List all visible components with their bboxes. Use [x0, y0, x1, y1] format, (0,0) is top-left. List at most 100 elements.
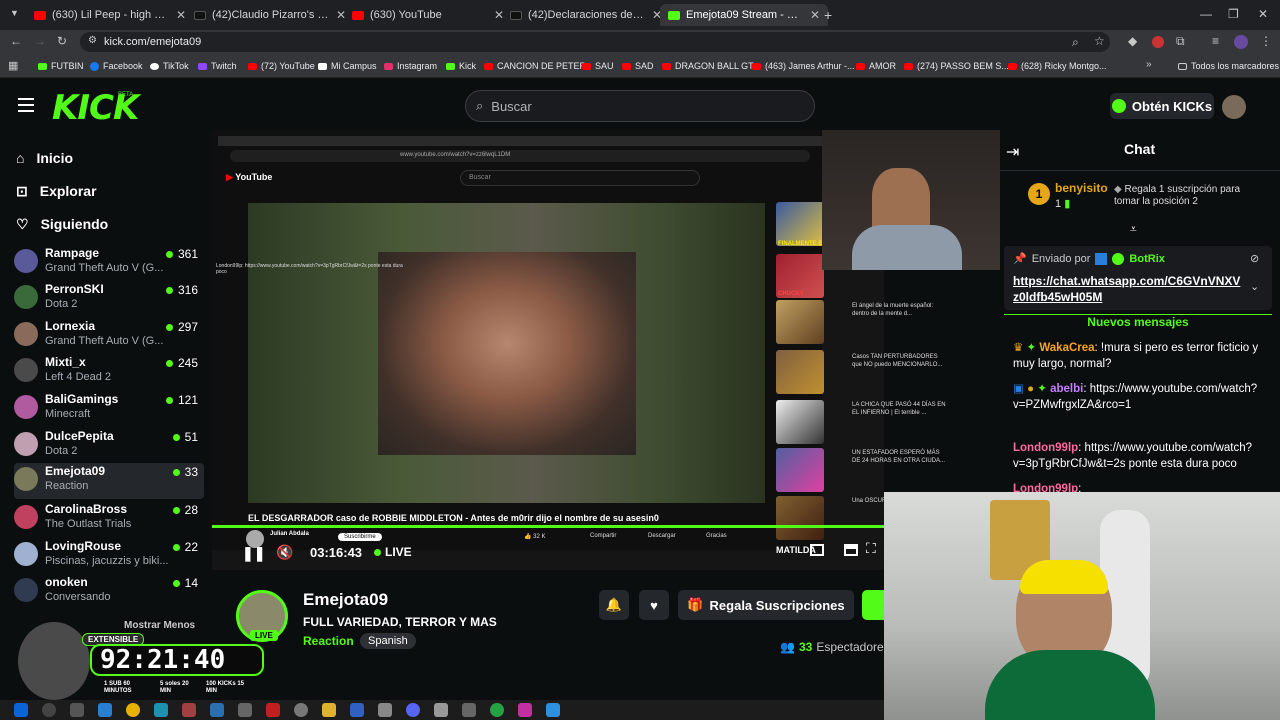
browser-tab-3[interactable]: (630) YouTube ✕: [344, 4, 512, 26]
app-icon[interactable]: [182, 703, 196, 717]
subscribe-button[interactable]: [862, 590, 884, 620]
chat-username[interactable]: WakaCrea: [1039, 342, 1094, 354]
browser-tab-5[interactable]: Emejota09 Stream - Watch Live ✕: [660, 4, 828, 26]
stream-category-link[interactable]: Reaction: [303, 634, 354, 648]
bookmark-instagram[interactable]: Instagram: [384, 58, 437, 74]
app-icon[interactable]: [518, 703, 532, 717]
bookmark-cancion[interactable]: CANCION DE PETER: [484, 58, 586, 74]
theater-mode-icon[interactable]: [810, 544, 824, 556]
reading-list-icon[interactable]: ≡: [1212, 34, 1219, 48]
back-icon[interactable]: ←: [10, 34, 22, 48]
bookmark-sad[interactable]: SAD: [622, 58, 654, 74]
discord-icon[interactable]: [406, 703, 420, 717]
chat-username[interactable]: London99lp: [1013, 442, 1078, 454]
close-icon[interactable]: ✕: [810, 8, 820, 22]
sidebar-channel-perronski[interactable]: PerronSKI Dota 2 316: [14, 281, 204, 317]
hamburger-menu-icon[interactable]: [18, 98, 34, 112]
extensions-puzzle-icon[interactable]: ⧉: [1176, 34, 1185, 49]
sidebar-channel-carolinabross[interactable]: CarolinaBross The Outlast Trials 28: [14, 501, 204, 537]
chat-username[interactable]: abelbi: [1050, 383, 1083, 395]
nav-explore[interactable]: ⊡ Explorar: [16, 179, 97, 203]
notification-bell-button[interactable]: 🔔: [599, 590, 629, 620]
pip-icon[interactable]: [844, 544, 858, 556]
apps-grid-icon[interactable]: ▦: [8, 59, 18, 72]
browser-tab-2[interactable]: (42)Claudio Pizarro's Best Footb✕: [186, 4, 354, 26]
sidebar-channel-mixti[interactable]: Mixti_x Left 4 Dead 2 245: [14, 354, 204, 390]
sidebar-channel-emejota09[interactable]: Emejota09 Reaction 33: [14, 463, 204, 499]
nav-home[interactable]: ⌂ Inicio: [16, 146, 73, 170]
app-icon[interactable]: [294, 703, 308, 717]
minimize-icon[interactable]: —: [1200, 7, 1212, 21]
whatsapp-icon[interactable]: [490, 703, 504, 717]
bookmark-twitch[interactable]: Twitch: [198, 58, 237, 74]
site-info-icon[interactable]: ⚙: [88, 35, 97, 46]
mute-icon[interactable]: 🔇: [276, 544, 293, 561]
task-view-icon[interactable]: [70, 703, 84, 717]
bookmark-facebook[interactable]: Facebook: [90, 58, 143, 74]
extension-icon[interactable]: ◆: [1128, 34, 1137, 48]
chrome-icon[interactable]: [126, 703, 140, 717]
sidebar-channel-rampage[interactable]: Rampage Grand Theft Auto V (G... 361: [14, 245, 204, 275]
bookmark-james[interactable]: (463) James Arthur -...: [752, 58, 855, 74]
close-icon[interactable]: ✕: [176, 8, 186, 22]
nav-following[interactable]: ♡ Siguiendo: [16, 212, 108, 236]
tab-search-icon[interactable]: ▼: [10, 8, 19, 18]
top-gifter-name[interactable]: benyisito: [1055, 181, 1108, 195]
bookmark-tiktok[interactable]: TikTok: [150, 58, 189, 74]
sidebar-channel-dulcepepita[interactable]: DulcePepita Dota 2 51: [14, 428, 204, 464]
calculator-icon[interactable]: [462, 703, 476, 717]
profile-avatar-icon[interactable]: [1234, 35, 1248, 49]
follow-heart-button[interactable]: ♥: [639, 590, 669, 620]
url-bar[interactable]: kick.com/emejota09: [80, 32, 1110, 52]
bookmark-futbin[interactable]: FUTBIN: [38, 58, 84, 74]
hide-pinned-icon[interactable]: ⊘: [1250, 252, 1259, 265]
folder-icon[interactable]: [322, 703, 336, 717]
chevron-right-icon[interactable]: »: [1146, 59, 1152, 70]
bookmark-passo[interactable]: (274) PASSO BEM S...: [904, 58, 1009, 74]
language-tag[interactable]: Spanish: [360, 633, 416, 649]
start-icon[interactable]: [14, 703, 28, 717]
browser-menu-icon[interactable]: ⋮: [1260, 34, 1272, 48]
browser-tab-4[interactable]: (42)Declaraciones de amor y re✕: [502, 4, 670, 26]
gift-subs-button[interactable]: 🎁 Regala Suscripciones: [678, 590, 854, 620]
sidebar-channel-baligamings[interactable]: BaliGamings Minecraft 121: [14, 391, 204, 427]
collapse-chat-icon[interactable]: ⇥: [1006, 142, 1019, 162]
gift-prompt[interactable]: ◆ Regala 1 suscripción para tomar la pos…: [1114, 184, 1254, 208]
app-icon[interactable]: [350, 703, 364, 717]
pinned-link[interactable]: https://chat.whatsapp.com/C6GVnVNXVz0ldf…: [1013, 273, 1245, 305]
zoom-icon[interactable]: ⌕: [1072, 35, 1079, 50]
app-icon[interactable]: [378, 703, 392, 717]
edge-icon[interactable]: [154, 703, 168, 717]
channel-name-heading[interactable]: Emejota09: [303, 590, 388, 610]
bookmark-sau[interactable]: SAU: [582, 58, 614, 74]
fullscreen-icon[interactable]: ⛶: [866, 540, 876, 557]
bookmark-dbgt[interactable]: DRAGON BALL GT: [662, 58, 754, 74]
widgets-icon[interactable]: [98, 703, 112, 717]
app-icon[interactable]: [266, 703, 280, 717]
bookmark-star-icon[interactable]: ☆: [1094, 34, 1105, 48]
get-kicks-button[interactable]: Obtén KICKs: [1110, 93, 1214, 119]
maximize-icon[interactable]: ❐: [1228, 7, 1239, 21]
bookmark-mi-campus[interactable]: Mi Campus: [318, 58, 377, 74]
extension-badge-icon[interactable]: [1152, 36, 1164, 48]
pause-icon[interactable]: ❚❚: [242, 545, 265, 562]
user-avatar[interactable]: [1222, 95, 1246, 119]
mail-icon[interactable]: [210, 703, 224, 717]
forward-icon[interactable]: →: [34, 34, 46, 48]
video-progress-bar[interactable]: [212, 525, 884, 528]
expand-pinned-icon[interactable]: ⌄: [1250, 280, 1259, 293]
bookmark-amor[interactable]: AMOR: [856, 58, 896, 74]
sidebar-channel-lovingrouse[interactable]: LovingRouse Piscinas, jacuzzis y biki... 2…: [14, 538, 204, 574]
bookmark-ricky[interactable]: (628) Ricky Montgo...: [1008, 58, 1107, 74]
close-window-icon[interactable]: ✕: [1258, 7, 1268, 21]
app-icon[interactable]: [238, 703, 252, 717]
bookmark-kick[interactable]: Kick: [446, 58, 476, 74]
reload-icon[interactable]: ↻: [57, 34, 67, 48]
new-tab-icon[interactable]: +: [824, 7, 832, 23]
browser-tab-1[interactable]: (630) Lil Peep - high school (Offi ✕: [26, 4, 194, 26]
sidebar-channel-onoken[interactable]: onoken Conversando 14: [14, 574, 204, 610]
chevron-down-icon[interactable]: ⩡: [1130, 222, 1137, 237]
app-icon[interactable]: [546, 703, 560, 717]
all-bookmarks[interactable]: Todos los marcadores: [1178, 58, 1279, 74]
search-input[interactable]: ⌕ Buscar: [465, 90, 815, 122]
